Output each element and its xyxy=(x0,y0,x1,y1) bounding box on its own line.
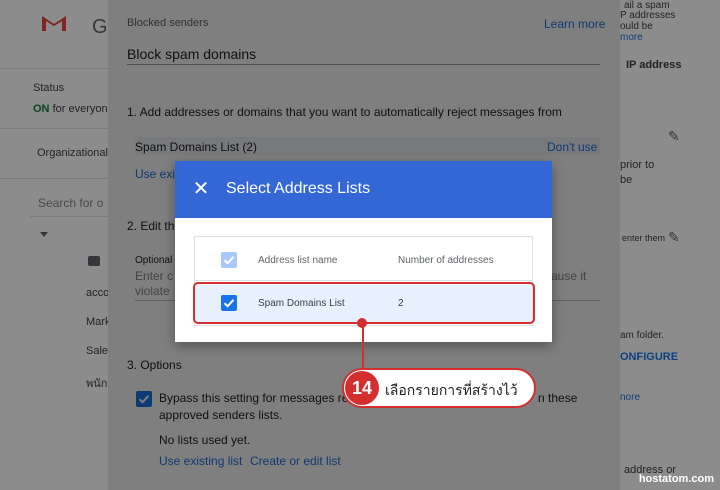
select-all-checkbox[interactable] xyxy=(221,252,237,268)
step-number-badge: 14 xyxy=(345,371,379,405)
annotation-connector-dot xyxy=(357,318,367,328)
close-icon[interactable]: ✕ xyxy=(191,179,211,199)
annotation-callout: 14 เลือกรายการที่สร้างไว้ xyxy=(342,368,536,408)
table-header: Address list name Number of addresses xyxy=(195,237,532,281)
watermark: hostatom.com xyxy=(638,473,714,485)
step-instruction: เลือกรายการที่สร้างไว้ xyxy=(385,382,518,398)
column-header-count: Number of addresses xyxy=(398,255,494,266)
column-header-name: Address list name xyxy=(258,255,338,266)
dialog-header: ✕ Select Address Lists xyxy=(175,161,552,218)
dialog-title: Select Address Lists xyxy=(226,180,371,197)
annotation-connector-line xyxy=(362,322,364,370)
